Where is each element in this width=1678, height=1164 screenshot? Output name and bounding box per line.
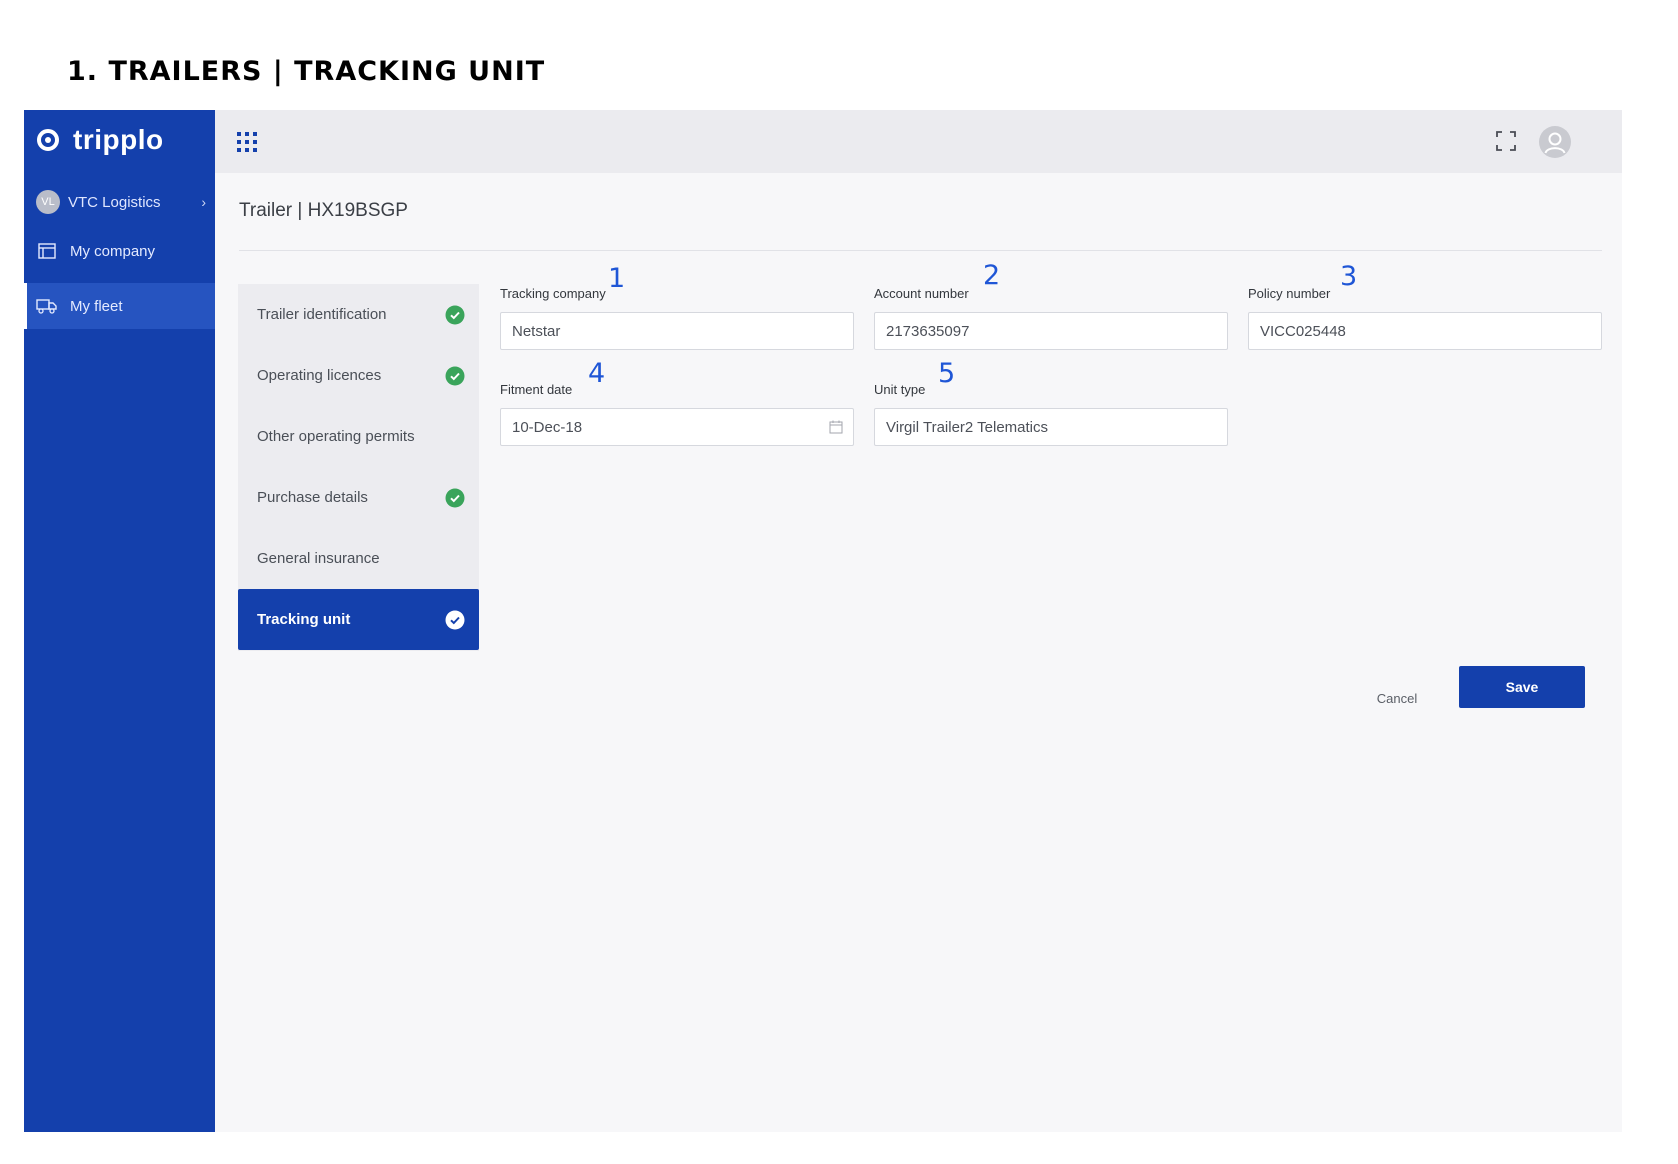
step-label: General insurance (257, 550, 380, 567)
step-other-operating-permits[interactable]: Other operating permits (238, 406, 479, 467)
logo[interactable]: tripplo (37, 124, 164, 156)
fullscreen-icon[interactable] (1496, 131, 1516, 151)
company-name: VTC Logistics (68, 193, 161, 211)
truck-icon (36, 297, 58, 315)
document-heading: 1. TRAILERS | TRACKING UNIT (67, 56, 546, 87)
step-tracking-unit[interactable]: Tracking unit (238, 589, 479, 650)
step-list: Trailer identification Operating licence… (238, 284, 479, 651)
step-trailer-identification[interactable]: Trailer identification (238, 284, 479, 345)
check-circle-icon (445, 305, 465, 325)
save-button[interactable]: Save (1459, 666, 1585, 708)
tracking-company-field[interactable]: Netstar (500, 312, 854, 350)
tracking-company-label: Tracking company (500, 286, 606, 301)
step-label: Purchase details (257, 489, 368, 506)
check-circle-icon (445, 366, 465, 386)
unit-type-field[interactable]: Virgil Trailer2 Telematics (874, 408, 1228, 446)
account-number-label: Account number (874, 286, 969, 301)
step-label: Tracking unit (257, 611, 351, 628)
fitment-date-label: Fitment date (500, 382, 573, 397)
annotation-marker-1: 1 (608, 263, 626, 294)
user-avatar-icon[interactable] (1539, 126, 1571, 158)
building-icon (36, 242, 58, 260)
cancel-button[interactable]: Cancel (1364, 678, 1430, 718)
policy-number-label: Policy number (1248, 286, 1331, 301)
annotation-marker-3: 3 (1340, 261, 1358, 292)
sidebar-item-my-fleet[interactable]: My fleet (24, 283, 215, 329)
check-circle-icon (445, 610, 465, 630)
app-window: tripplo VL VTC Logistics › My company My… (24, 110, 1622, 1132)
unit-type-label: Unit type (874, 382, 926, 397)
sidebar-item-label: My fleet (70, 297, 123, 315)
chevron-right-icon: › (201, 194, 206, 210)
step-purchase-details[interactable]: Purchase details (238, 467, 479, 528)
sidebar: tripplo VL VTC Logistics › My company My… (24, 110, 215, 1132)
step-label: Operating licences (257, 367, 382, 384)
apps-grid-icon[interactable] (237, 132, 257, 152)
step-general-insurance[interactable]: General insurance (238, 528, 479, 589)
check-circle-icon (445, 488, 465, 508)
field-value: VICC025448 (1260, 322, 1346, 340)
fitment-date-picker[interactable]: 10-Dec-18 (500, 408, 854, 446)
logo-mark-icon (37, 129, 59, 151)
annotation-marker-5: 5 (938, 358, 956, 389)
field-value: Netstar (512, 322, 561, 340)
step-label: Trailer identification (257, 306, 387, 323)
divider (239, 250, 1602, 251)
step-label: Other operating permits (257, 428, 415, 445)
step-operating-licences[interactable]: Operating licences (238, 345, 479, 406)
logo-text: tripplo (73, 124, 164, 155)
sidebar-item-label: My company (70, 242, 156, 260)
field-value: 10-Dec-18 (512, 418, 583, 436)
company-avatar: VL (36, 190, 60, 214)
account-number-field[interactable]: 2173635097 (874, 312, 1228, 350)
annotation-marker-4: 4 (588, 358, 606, 389)
policy-number-field[interactable]: VICC025448 (1248, 312, 1602, 350)
topbar (215, 110, 1622, 173)
field-value: 2173635097 (886, 322, 970, 340)
page-title: Trailer | HX19BSGP (239, 200, 408, 221)
field-value: Virgil Trailer2 Telematics (886, 418, 1049, 436)
annotation-marker-2: 2 (983, 260, 1001, 291)
calendar-icon[interactable] (829, 420, 843, 434)
sidebar-item-my-company[interactable]: My company (24, 228, 215, 274)
company-switcher[interactable]: VL VTC Logistics › (36, 190, 206, 214)
